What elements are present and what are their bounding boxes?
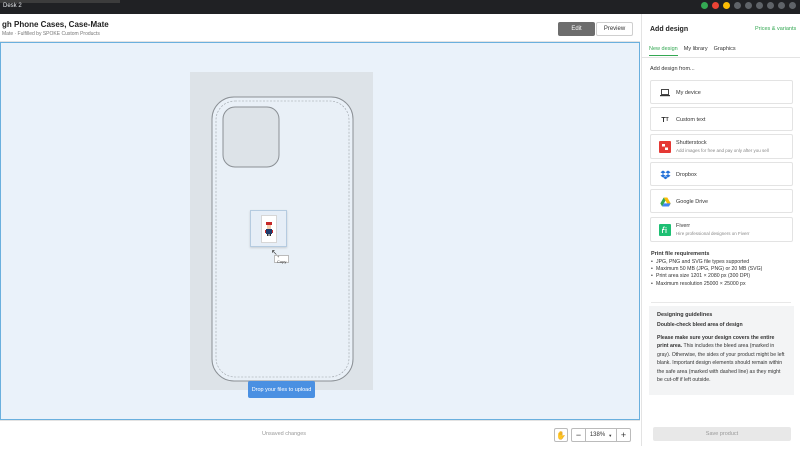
tray-icon[interactable] <box>701 2 708 9</box>
chevron-down-icon: ▼ <box>608 432 613 438</box>
option-label: Google Drive <box>676 199 709 205</box>
option-fiverr[interactable]: Fiverr Hire professional designers on Fi… <box>650 217 793 242</box>
option-description: Hire professional designers on Fiverr <box>676 231 750 236</box>
fiverr-icon <box>659 224 671 236</box>
designing-guidelines: Designing guidelines Double-check bleed … <box>649 306 794 395</box>
guidelines-subtitle: Double-check bleed area of design <box>657 322 743 328</box>
tab-my-library[interactable]: My library <box>684 46 708 56</box>
add-from-label: Add design from... <box>650 66 695 72</box>
option-label: Dropbox <box>676 172 697 178</box>
guidelines-text: Please make sure your design covers the … <box>657 334 786 384</box>
zoom-select[interactable]: 138% ▼ <box>586 429 616 441</box>
product-title: gh Phone Cases, Case-Mate <box>2 20 109 29</box>
prices-variants-link[interactable]: Prices & variants <box>755 26 796 32</box>
zoom-out-button[interactable]: − <box>572 429 586 441</box>
tray-icon[interactable] <box>745 2 752 9</box>
section-divider <box>651 302 791 303</box>
zoom-value: 138% <box>589 432 606 438</box>
dropbox-icon <box>659 169 671 181</box>
edit-button[interactable]: Edit <box>558 22 595 36</box>
copy-tooltip: + Copy <box>274 254 290 264</box>
preview-button[interactable]: Preview <box>596 22 633 36</box>
requirement-item: Maximum 50 MB (JPG, PNG) or 20 MB (SVG) <box>651 266 791 273</box>
editor-footer: Unsaved changes ✋ − 138% ▼ + <box>0 420 640 446</box>
tray-icon[interactable] <box>756 2 763 9</box>
save-status: Unsaved changes <box>262 431 307 437</box>
os-taskbar: Desk 2 <box>0 0 800 14</box>
option-label: My device <box>676 90 701 96</box>
dragged-image-thumbnail[interactable] <box>250 210 287 247</box>
requirement-item: Print area size 1201 × 2080 px (300 DPI) <box>651 273 791 280</box>
tray-icon[interactable] <box>767 2 774 9</box>
zoom-in-button[interactable]: + <box>616 429 630 441</box>
tab-divider <box>642 57 800 58</box>
tray-icon[interactable] <box>712 2 719 9</box>
tray-icon[interactable] <box>723 2 730 9</box>
google-drive-icon <box>659 196 671 208</box>
tab-new-design[interactable]: New design <box>649 46 678 56</box>
editor-header: gh Phone Cases, Case-Mate Mate · Fulfill… <box>0 14 640 42</box>
option-description: Add images for free and pay only after y… <box>676 148 769 153</box>
tray-icon[interactable] <box>789 2 796 9</box>
option-label: Shutterstock <box>676 140 707 146</box>
tab-graphics[interactable]: Graphics <box>714 46 736 56</box>
option-dropbox[interactable]: Dropbox <box>650 162 793 186</box>
guidelines-title: Designing guidelines <box>657 312 713 318</box>
shutterstock-icon <box>659 141 671 153</box>
character-icon <box>265 222 273 236</box>
requirement-item: JPG, PNG and SVG file types supported <box>651 259 791 266</box>
panel-title: Add design <box>650 26 689 33</box>
requirements-title: Print file requirements <box>651 251 710 257</box>
desk-label: Desk 2 <box>3 3 22 9</box>
option-my-device[interactable]: My device <box>650 80 793 104</box>
zoom-control: − 138% ▼ + <box>571 428 631 442</box>
requirement-item: Maximum resolution 25000 × 25000 px <box>651 281 791 288</box>
option-label: Fiverr <box>676 223 691 229</box>
drop-files-button[interactable]: Drop your files to upload <box>248 381 315 398</box>
design-source-tabs: New design My library Graphics <box>649 46 736 56</box>
tray-icon[interactable] <box>778 2 785 9</box>
print-file-requirements: Print file requirements JPG, PNG and SVG… <box>651 251 791 288</box>
hand-tool-button[interactable]: ✋ <box>554 428 568 442</box>
laptop-icon <box>659 87 671 99</box>
product-subtitle: Mate · Fulfilled by SPOKE Custom Product… <box>2 31 100 37</box>
option-label: Custom text <box>676 117 706 123</box>
image-preview <box>261 215 277 243</box>
option-custom-text[interactable]: TT Custom text <box>650 107 793 131</box>
tray-icon[interactable] <box>734 2 741 9</box>
option-shutterstock[interactable]: Shutterstock Add images for free and pay… <box>650 134 793 159</box>
system-tray <box>701 2 796 9</box>
hand-icon: ✋ <box>556 430 566 440</box>
save-product-button[interactable]: Save product <box>653 427 791 441</box>
option-google-drive[interactable]: Google Drive <box>650 189 793 213</box>
text-icon: TT <box>661 116 669 124</box>
